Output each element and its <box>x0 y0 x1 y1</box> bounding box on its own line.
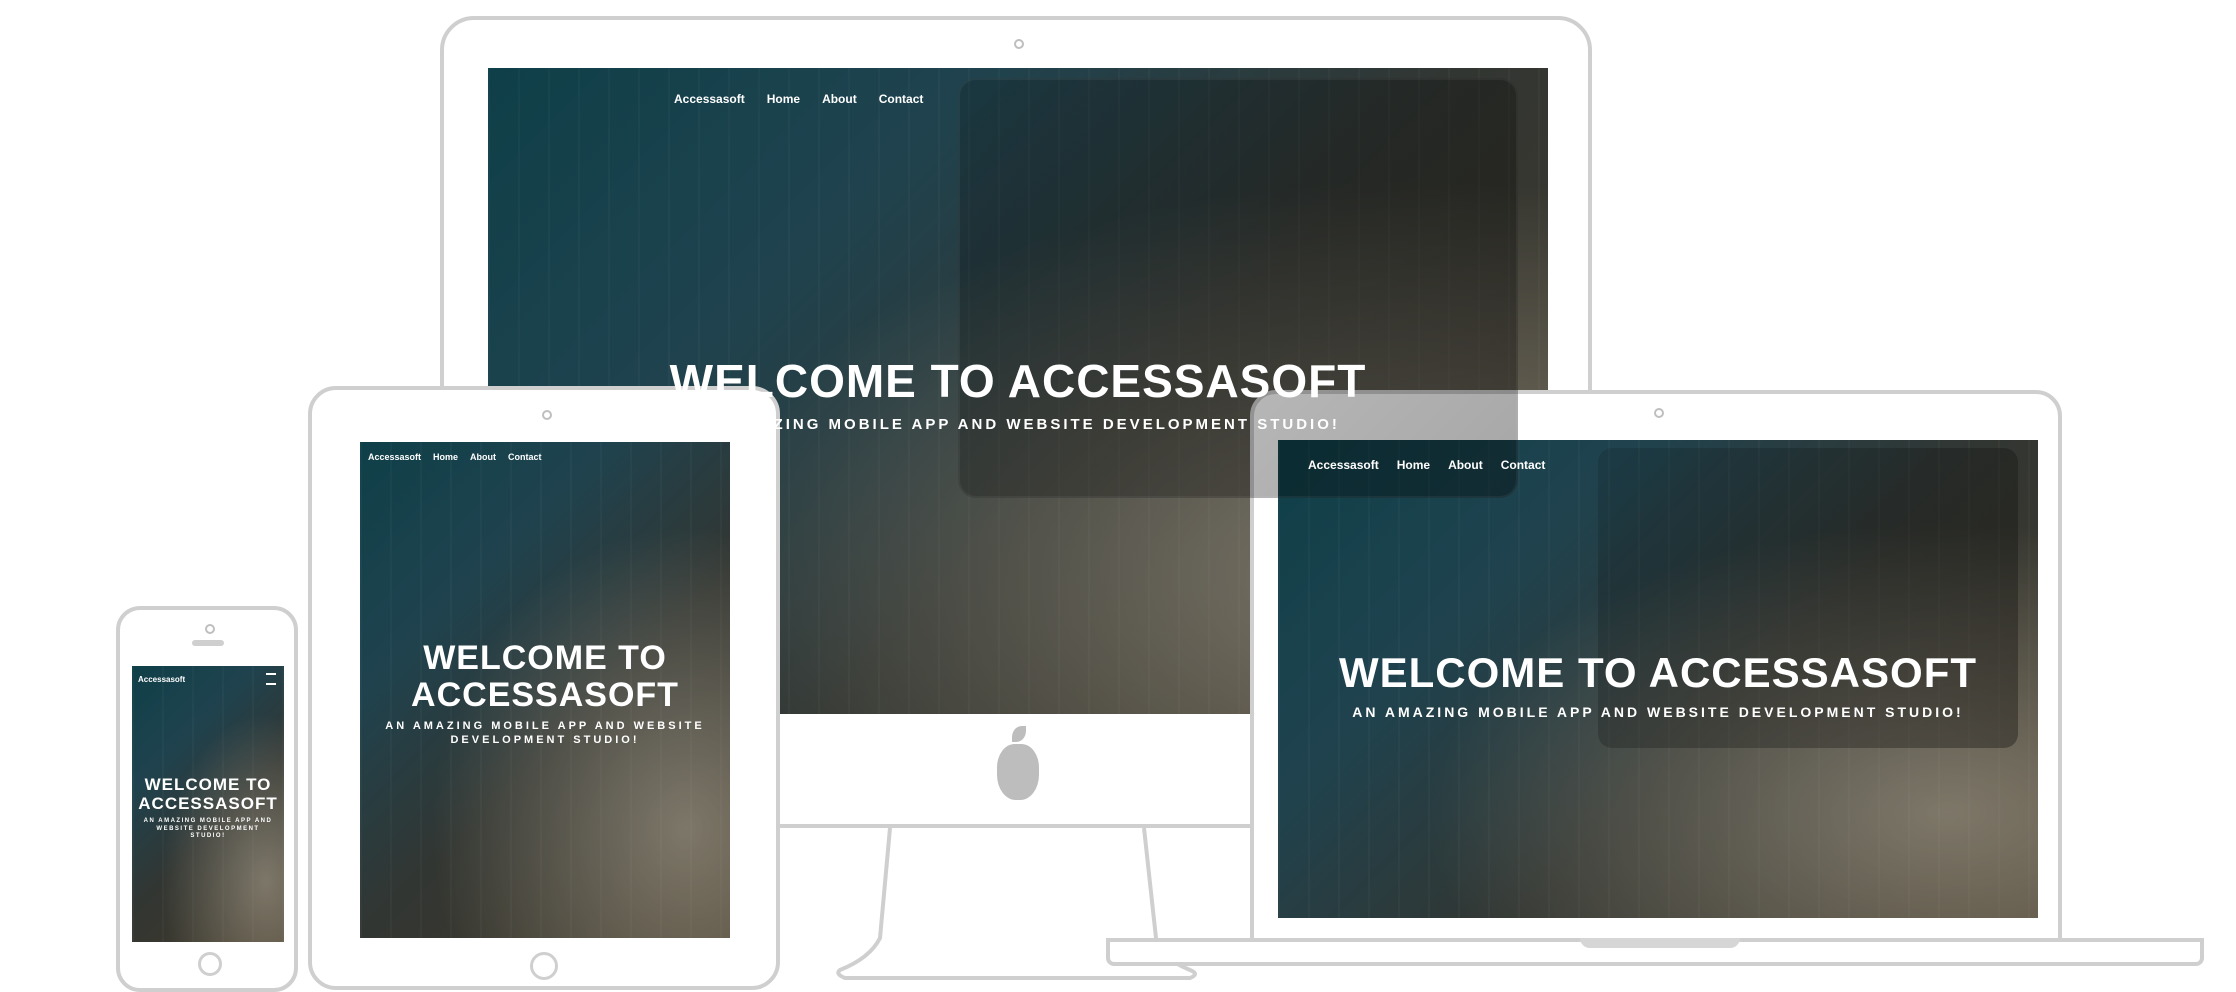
tablet-navbar: Accessasoft Home About Contact <box>368 452 542 462</box>
phone-hero-title-line-1: WELCOME TO <box>144 775 272 794</box>
desktop-hero-laptop-image <box>958 78 1518 498</box>
laptop-hero-title: WELCOME TO ACCESSASOFT <box>1338 649 1977 696</box>
phone-screen: Accessasoft WELCOME TO ACCESSASOFT AN AM… <box>132 666 284 942</box>
phone-navbar: Accessasoft <box>138 673 276 685</box>
desktop-hero-subtitle: AN AMAZING MOBILE APP AND WEBSITE DEVELO… <box>696 416 1340 433</box>
phone-brand-link[interactable]: Accessasoft <box>138 675 185 684</box>
tablet-nav-contact[interactable]: Contact <box>508 452 542 462</box>
phone-speaker <box>192 640 224 646</box>
desktop-hero-title: WELCOME TO ACCESSASOFT <box>669 355 1367 407</box>
laptop-nav-contact[interactable]: Contact <box>1501 458 1546 472</box>
laptop-nav-home[interactable]: Home <box>1397 458 1430 472</box>
tablet-device: Accessasoft Home About Contact WELCOME T… <box>308 386 780 990</box>
laptop-brand-link[interactable]: Accessasoft <box>1308 458 1379 472</box>
desktop-camera-icon <box>1014 39 1024 49</box>
phone-hero-subtitle-line-3: STUDIO! <box>190 833 226 839</box>
laptop-hero-laptop-image <box>1598 448 2018 748</box>
tablet-hero-title: WELCOME TO ACCESSASOFT <box>360 639 730 715</box>
laptop-camera-icon <box>1654 408 1664 418</box>
desktop-navbar: Accessasoft Home About Contact <box>674 92 923 106</box>
phone-hero-subtitle-line-2: WEBSITE DEVELOPMENT <box>156 825 260 832</box>
phone-hero-subtitle-line-1: AN AMAZING MOBILE APP AND <box>143 818 273 824</box>
tablet-nav-about[interactable]: About <box>470 452 496 462</box>
desktop-nav-contact[interactable]: Contact <box>879 92 924 106</box>
desktop-nav-about[interactable]: About <box>822 92 857 106</box>
phone-device: Accessasoft WELCOME TO ACCESSASOFT AN AM… <box>116 606 298 992</box>
laptop-hero-subtitle: AN AMAZING MOBILE APP AND WEBSITE DEVELO… <box>1352 704 1964 720</box>
desktop-nav-home[interactable]: Home <box>767 92 800 106</box>
tablet-hero-subtitle-line-2: DEVELOPMENT STUDIO! <box>450 733 640 746</box>
tablet-home-button-icon[interactable] <box>530 952 558 980</box>
laptop-trackpad-notch <box>1580 938 1740 948</box>
phone-hero-subtitle: AN AMAZING MOBILE APP AND WEBSITE DEVELO… <box>132 818 284 841</box>
tablet-brand-link[interactable]: Accessasoft <box>368 452 421 462</box>
apple-logo-icon <box>997 744 1039 800</box>
apple-leaf-icon <box>1012 726 1026 742</box>
laptop-navbar: Accessasoft Home About Contact <box>1308 458 1545 472</box>
tablet-screen: Accessasoft Home About Contact WELCOME T… <box>360 442 730 938</box>
desktop-brand-link[interactable]: Accessasoft <box>674 92 745 106</box>
tablet-hero-subtitle: AN AMAZING MOBILE APP AND WEBSITE DEVELO… <box>360 720 730 748</box>
laptop-base <box>1106 938 2204 966</box>
phone-hero-title: WELCOME TO ACCESSASOFT <box>132 775 284 813</box>
tablet-hero-title-line-1: WELCOME TO <box>423 639 667 677</box>
tablet-hero-subtitle-line-1: AN AMAZING MOBILE APP AND WEBSITE <box>385 720 705 732</box>
phone-hero-title-line-2: ACCESSASOFT <box>138 793 278 813</box>
tablet-hero-title-line-2: ACCESSASOFT <box>411 676 679 715</box>
phone-camera-icon <box>205 624 215 634</box>
hamburger-menu-icon[interactable] <box>266 673 276 685</box>
tablet-nav-home[interactable]: Home <box>433 452 458 462</box>
laptop-nav-about[interactable]: About <box>1448 458 1483 472</box>
laptop-screen: Accessasoft Home About Contact WELCOME T… <box>1278 440 2038 918</box>
phone-home-button-icon[interactable] <box>198 952 222 976</box>
